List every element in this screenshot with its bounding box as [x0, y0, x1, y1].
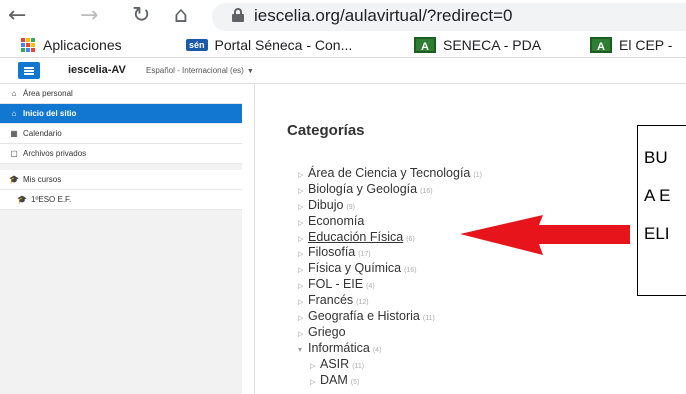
annotation-line: BU	[644, 148, 668, 167]
annotation-line: ELI	[644, 224, 670, 243]
annotation-line: A E	[644, 186, 671, 205]
annotation-arrow-icon	[460, 215, 630, 255]
annotation-box: BU A E ELI	[637, 125, 686, 296]
